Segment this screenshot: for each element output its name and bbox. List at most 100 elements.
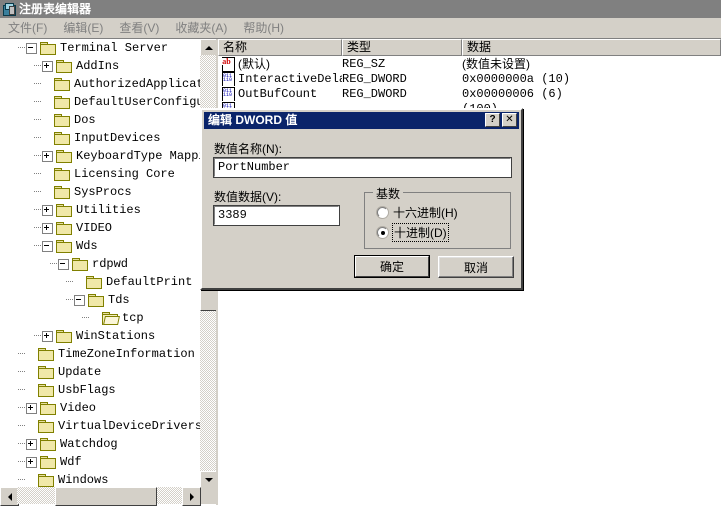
tree-node-label: SysProcs bbox=[74, 185, 132, 199]
folder-open-icon bbox=[102, 311, 120, 325]
tree-indent bbox=[0, 471, 26, 487]
menu-help[interactable]: 帮助(H) bbox=[235, 19, 292, 38]
tree-indent bbox=[0, 183, 42, 201]
folder-icon bbox=[56, 203, 72, 217]
tree-node[interactable]: AddIns bbox=[0, 57, 200, 75]
tree-node[interactable]: Video bbox=[0, 399, 200, 417]
ok-button-label: 确定 bbox=[379, 260, 404, 274]
tree-indent bbox=[0, 237, 42, 255]
value-type-cell: REG_DWORD bbox=[342, 86, 407, 101]
tree-node-label: KeyboardType Mappi bbox=[76, 149, 200, 163]
tree-node-label: WinStations bbox=[76, 329, 156, 343]
tree-node[interactable]: InputDevices bbox=[0, 129, 200, 147]
tree-node[interactable]: rdpwd bbox=[0, 255, 200, 273]
value-name-label: 数值名称(N): bbox=[214, 142, 282, 156]
tree-node[interactable]: VirtualDeviceDrivers bbox=[0, 417, 200, 435]
listview-column-header[interactable]: 名称 bbox=[218, 39, 342, 56]
tree-expand-icon[interactable] bbox=[42, 60, 53, 72]
menu-view[interactable]: 查看(V) bbox=[111, 19, 167, 38]
tree-collapse-icon[interactable] bbox=[42, 240, 53, 252]
folder-icon bbox=[54, 167, 70, 181]
menu-favorites[interactable]: 收藏夹(A) bbox=[167, 19, 235, 38]
tree-expander-placeholder bbox=[42, 98, 51, 107]
tree-node[interactable]: WinStations bbox=[0, 327, 200, 345]
tree-collapse-icon[interactable] bbox=[74, 294, 85, 306]
help-button[interactable]: ? bbox=[485, 113, 500, 127]
value-data-input[interactable]: 3389 bbox=[213, 205, 340, 226]
listview-row[interactable]: 011 110 OutBufCount REG_DWORD 0x00000006 (6) bbox=[218, 86, 721, 101]
tree-node[interactable]: AuthorizedApplicat: bbox=[0, 75, 200, 93]
tree-indent bbox=[0, 201, 42, 219]
listview-column-header[interactable]: 类型 bbox=[342, 39, 462, 56]
value-data-cell: 0x00000006 (6) bbox=[462, 86, 563, 101]
tree-node[interactable]: VIDEO bbox=[0, 219, 200, 237]
tree-collapse-icon[interactable] bbox=[26, 42, 37, 54]
tree-node-label: TimeZoneInformation bbox=[58, 347, 195, 361]
close-button[interactable]: ✕ bbox=[502, 113, 517, 127]
dword-value-icon: 011110 bbox=[221, 71, 235, 86]
radio-decimal[interactable]: 十进制(D) bbox=[377, 223, 449, 242]
folder-icon bbox=[38, 365, 54, 379]
scroll-right-button[interactable] bbox=[182, 487, 201, 506]
tree-node-label: UsbFlags bbox=[58, 383, 116, 397]
arrow-down-icon bbox=[205, 478, 213, 482]
tree-node-label: VirtualDeviceDrivers bbox=[58, 419, 200, 433]
value-type-cell: REG_SZ bbox=[342, 56, 386, 71]
tree-node[interactable]: Tds bbox=[0, 291, 200, 309]
tree-node-label: Windows bbox=[58, 473, 109, 487]
tree-collapse-icon[interactable] bbox=[58, 258, 69, 270]
tree-expand-icon[interactable] bbox=[42, 150, 53, 162]
tree-node[interactable]: tcp bbox=[0, 309, 200, 327]
value-name-text: (默认) bbox=[238, 57, 270, 71]
tree-node[interactable]: Watchdog bbox=[0, 435, 200, 453]
radio-hexadecimal-dot[interactable] bbox=[377, 207, 388, 218]
tree-expander-placeholder bbox=[42, 170, 51, 179]
tree-node[interactable]: Wdf bbox=[0, 453, 200, 471]
radio-decimal-dot[interactable] bbox=[377, 227, 388, 238]
listview-row[interactable]: 011 110 InteractiveDelay REG_DWORD 0x0000000… bbox=[218, 71, 721, 86]
tree-expander-placeholder bbox=[42, 188, 51, 197]
listview-row[interactable]: ab (默认) REG_SZ (数值未设置) bbox=[218, 56, 721, 72]
tree-node[interactable]: KeyboardType Mappi bbox=[0, 147, 200, 165]
tree-node[interactable]: Licensing Core bbox=[0, 165, 200, 183]
tree-expander-placeholder bbox=[42, 80, 51, 89]
tree-node[interactable]: Dos bbox=[0, 111, 200, 129]
tree-node-label: Watchdog bbox=[60, 437, 118, 451]
tree-expander-placeholder bbox=[90, 314, 99, 323]
tree-indent bbox=[0, 399, 26, 417]
tree-expand-icon[interactable] bbox=[42, 330, 53, 342]
tree-node[interactable]: Wds bbox=[0, 237, 200, 255]
folder-icon bbox=[38, 419, 54, 433]
menu-edit[interactable]: 编辑(E) bbox=[55, 19, 111, 38]
tree-expander-placeholder bbox=[26, 368, 35, 377]
registry-tree[interactable]: Terminal Server AddIns AuthorizedApplicat:… bbox=[0, 39, 200, 487]
folder-icon bbox=[40, 437, 56, 451]
tree-expand-icon[interactable] bbox=[42, 204, 53, 216]
tree-expand-icon[interactable] bbox=[26, 402, 37, 414]
tree-hscroll-thumb[interactable] bbox=[55, 487, 157, 506]
tree-node[interactable]: DefaultUserConfigu bbox=[0, 93, 200, 111]
cancel-button[interactable]: 取消 bbox=[438, 256, 514, 278]
tree-expand-icon[interactable] bbox=[42, 222, 53, 234]
tree-node[interactable]: SysProcs bbox=[0, 183, 200, 201]
tree-node[interactable]: Update bbox=[0, 363, 200, 381]
tree-node[interactable]: DefaultPrint bbox=[0, 273, 200, 291]
tree-expand-icon[interactable] bbox=[26, 438, 37, 450]
tree-node[interactable]: Terminal Server bbox=[0, 39, 200, 57]
tree-expand-icon[interactable] bbox=[26, 456, 37, 468]
tree-node[interactable]: Utilities bbox=[0, 201, 200, 219]
tree-expander-placeholder bbox=[26, 386, 35, 395]
tree-horizontal-scrollbar[interactable] bbox=[0, 487, 216, 506]
menu-file[interactable]: 文件(F) bbox=[0, 19, 55, 38]
tree-node[interactable]: TimeZoneInformation bbox=[0, 345, 200, 363]
tree-node[interactable]: UsbFlags bbox=[0, 381, 200, 399]
tree-node-label: InputDevices bbox=[74, 131, 161, 145]
listview-column-header[interactable]: 数据 bbox=[462, 39, 721, 56]
tree-node[interactable]: Windows bbox=[0, 471, 200, 487]
radio-hexadecimal-label: 十六进制(H) bbox=[393, 206, 458, 220]
ok-button[interactable]: 确定 bbox=[354, 255, 430, 278]
radio-hexadecimal[interactable]: 十六进制(H) bbox=[377, 204, 458, 221]
value-name-input[interactable]: PortNumber bbox=[213, 157, 512, 178]
tree-node-label: Wdf bbox=[60, 455, 82, 469]
tree-indent bbox=[0, 255, 58, 273]
